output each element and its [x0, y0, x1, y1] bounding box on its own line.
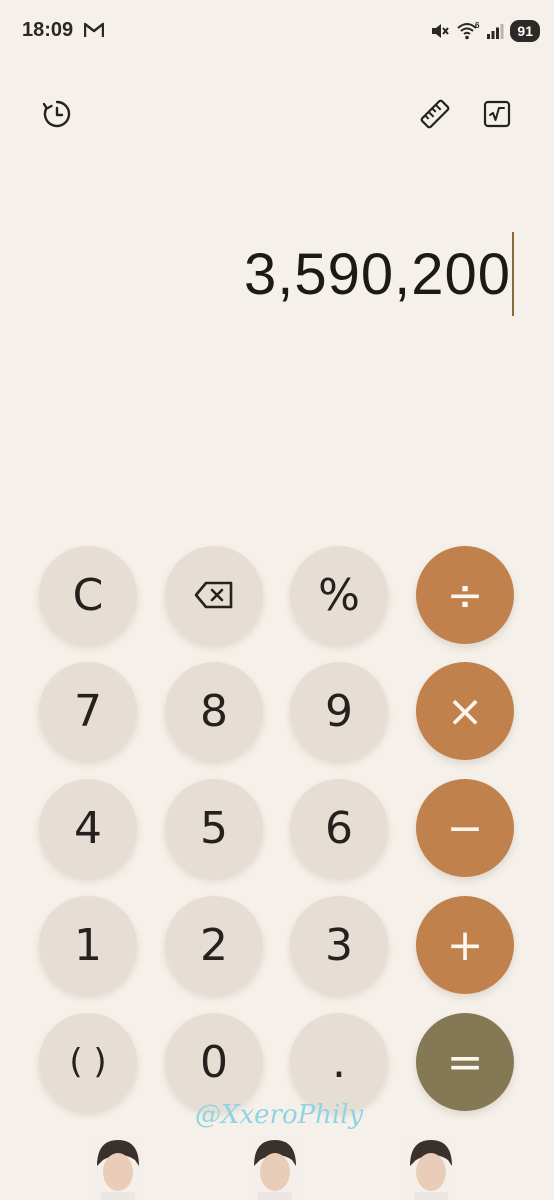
add-button[interactable]: +	[416, 896, 514, 994]
status-time: 18:09	[22, 19, 74, 41]
text-cursor	[512, 232, 514, 316]
digit-1-button[interactable]: 1	[39, 896, 137, 994]
digit-0-button[interactable]: 0	[165, 1013, 263, 1111]
unit-converter-button[interactable]	[413, 92, 457, 136]
portrait-photo	[248, 1136, 302, 1200]
digit-3-button[interactable]: 3	[290, 896, 388, 994]
decimal-button[interactable]: .	[290, 1013, 388, 1111]
divide-button[interactable]: ÷	[416, 546, 514, 644]
history-icon	[42, 100, 71, 128]
status-bar: 18:09 6 91	[0, 0, 554, 64]
digit-2-button[interactable]: 2	[165, 896, 263, 994]
portrait-photo	[404, 1136, 458, 1200]
display-value: 3,590,200	[243, 241, 511, 307]
scientific-mode-button[interactable]	[475, 92, 519, 136]
ruler-icon	[420, 99, 450, 129]
photo-strip	[0, 1136, 554, 1200]
mute-icon	[432, 24, 450, 38]
watermark-text: @XxeroPhily	[195, 1100, 364, 1130]
digit-6-button[interactable]: 6	[290, 779, 388, 877]
backspace-icon	[194, 581, 233, 609]
gmail-icon	[84, 22, 104, 37]
parentheses-button[interactable]: ( )	[39, 1013, 137, 1111]
wifi-icon: 6	[457, 21, 480, 40]
multiply-button[interactable]: ×	[416, 662, 514, 760]
subtract-button[interactable]: −	[416, 779, 514, 877]
digit-5-button[interactable]: 5	[165, 779, 263, 877]
battery-indicator: 91	[510, 20, 540, 42]
portrait-photo	[91, 1136, 145, 1200]
square-root-icon	[483, 100, 511, 128]
history-button[interactable]	[35, 92, 79, 136]
network-badge: 6	[475, 21, 480, 30]
digit-9-button[interactable]: 9	[290, 662, 388, 760]
digit-8-button[interactable]: 8	[165, 662, 263, 760]
digit-4-button[interactable]: 4	[39, 779, 137, 877]
status-icons: 6 91	[430, 18, 540, 44]
equals-button[interactable]: =	[416, 1013, 514, 1111]
backspace-button[interactable]	[165, 546, 263, 644]
calculator-display[interactable]: 3,590,200	[244, 232, 514, 316]
digit-7-button[interactable]: 7	[39, 662, 137, 760]
clear-button[interactable]: C	[39, 546, 137, 644]
percent-button[interactable]: %	[290, 546, 388, 644]
signal-icon	[487, 24, 504, 39]
